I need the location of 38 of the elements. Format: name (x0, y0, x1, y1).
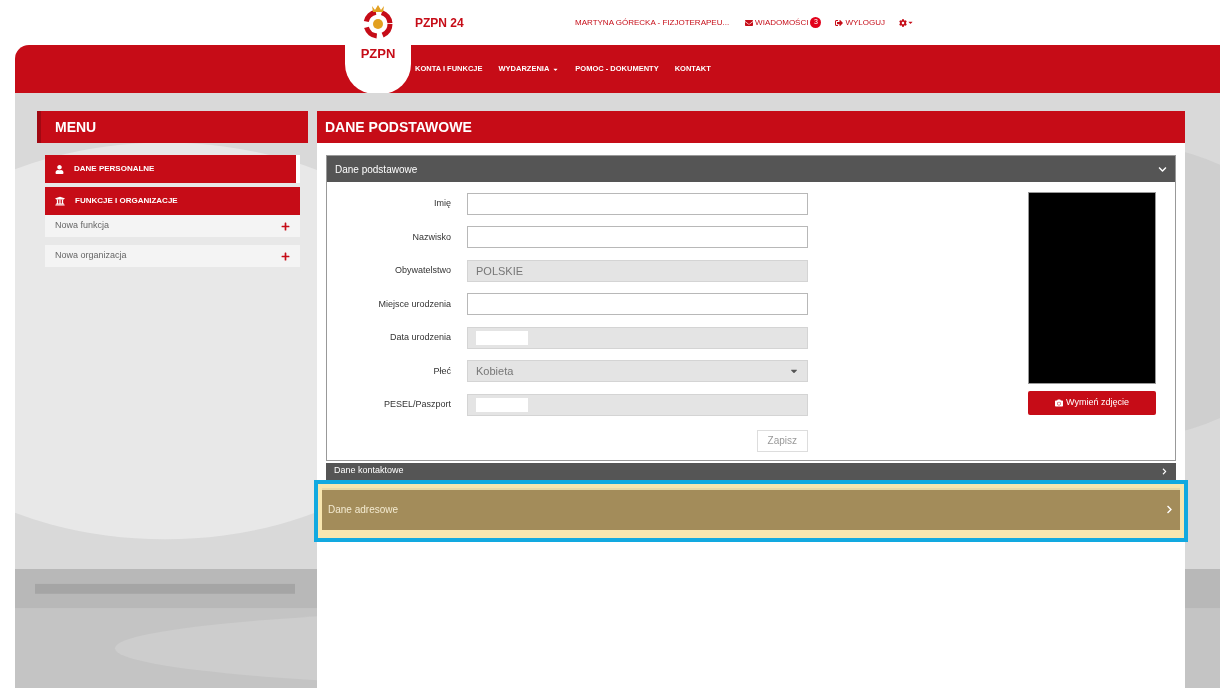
panel-header[interactable]: Dane podstawowe (327, 156, 1175, 182)
change-photo-button[interactable]: Wymień zdjęcie (1028, 391, 1156, 415)
field-label: Imię (433, 197, 452, 210)
field-label: Miejsce urodzenia (377, 297, 452, 311)
text-field[interactable] (467, 226, 808, 249)
chevron-right-icon (1161, 467, 1168, 475)
text-field[interactable] (467, 293, 808, 316)
envelope-icon (745, 18, 754, 27)
field-label: Obywatelstwo (393, 264, 452, 277)
menu-item[interactable]: DANE PERSONALNE (45, 155, 300, 183)
field-label: Płeć (432, 364, 452, 378)
menu-title: MENU (55, 117, 97, 137)
logout-link[interactable]: WYLOGUJ (835, 16, 885, 29)
panel-header[interactable]: Dane kontaktowe (326, 462, 1176, 480)
chevron-down-icon (1158, 164, 1167, 174)
text-field[interactable] (467, 192, 808, 215)
field-label: Nazwisko (411, 230, 452, 244)
redacted-value (476, 330, 528, 345)
chevron-right-icon (1165, 505, 1174, 514)
redacted-value (476, 397, 528, 412)
building-icon (55, 196, 65, 206)
page-title: DANE PODSTAWOWE (325, 117, 472, 137)
caret-icon (907, 19, 914, 26)
person-icon (55, 164, 64, 174)
menu-subitem[interactable]: Nowa funkcja (45, 215, 300, 237)
menu-subitem[interactable]: Nowa organizacja (45, 245, 300, 267)
user-name[interactable]: MARTYNA GÓRECKA - FIZJOTERAPEU... (575, 16, 730, 29)
settings-button[interactable] (899, 18, 914, 27)
plus-icon (281, 251, 290, 261)
logo-text: PZPN (360, 45, 396, 63)
field-label: PESEL/Paszport (382, 398, 452, 411)
field-label: Data urodzenia (388, 331, 452, 344)
logout-icon (835, 18, 844, 27)
menu-item[interactable]: FUNKCJE I ORGANIZACJE (45, 187, 300, 215)
plus-icon (281, 221, 290, 231)
app-title: PZPN 24 (415, 14, 465, 32)
camera-icon (1055, 399, 1063, 407)
settings-icon (899, 18, 907, 27)
